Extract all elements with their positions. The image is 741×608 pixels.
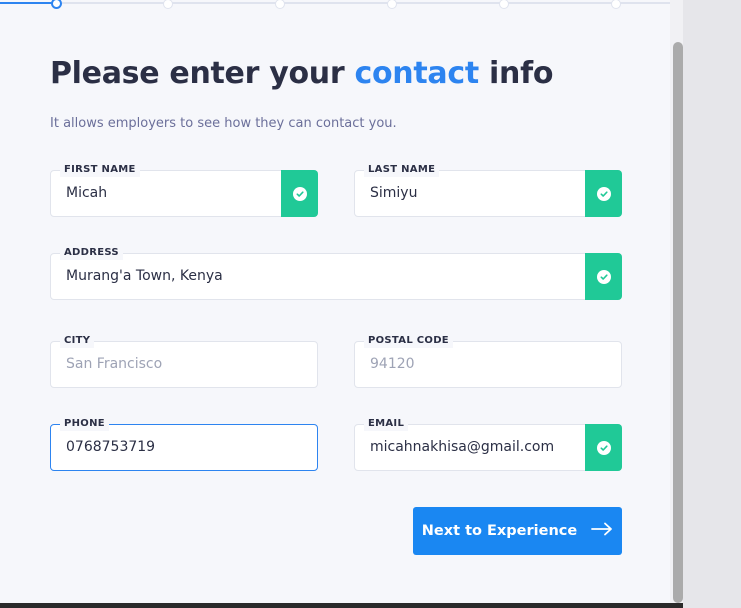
- last-name-value[interactable]: Simiyu: [370, 170, 417, 217]
- check-circle-icon: [292, 186, 307, 201]
- next-to-experience-button[interactable]: Next to Experience: [413, 507, 622, 555]
- page-title: Please enter your contact info: [50, 56, 553, 91]
- progress-step-3[interactable]: [275, 0, 285, 9]
- phone-value[interactable]: 0768753719: [66, 424, 155, 471]
- progress-step-5[interactable]: [499, 0, 509, 9]
- postal-code-field[interactable]: POSTAL CODE 94120: [354, 334, 622, 388]
- next-button-label: Next to Experience: [421, 523, 578, 539]
- email-valid-badge: [585, 424, 622, 471]
- scrollbar-thumb[interactable]: [673, 42, 683, 603]
- email-field[interactable]: EMAIL micahnakhisa@gmail.com: [354, 417, 622, 471]
- form-panel: Please enter your contact info It allows…: [0, 0, 683, 603]
- city-placeholder[interactable]: San Francisco: [66, 341, 162, 388]
- progress-step-1[interactable]: [51, 0, 62, 9]
- first-name-field[interactable]: FIRST NAME Micah: [50, 163, 318, 217]
- arrow-right-icon: [591, 522, 613, 540]
- first-name-valid-badge: [281, 170, 318, 217]
- last-name-field[interactable]: LAST NAME Simiyu: [354, 163, 622, 217]
- address-field[interactable]: ADDRESS Murang'a Town, Kenya: [50, 246, 622, 300]
- phone-field[interactable]: PHONE 0768753719: [50, 417, 318, 471]
- progress-step-6[interactable]: [611, 0, 621, 9]
- check-circle-icon: [596, 269, 611, 284]
- first-name-value[interactable]: Micah: [66, 170, 107, 217]
- address-value[interactable]: Murang'a Town, Kenya: [66, 253, 223, 300]
- progress-track: [0, 2, 670, 4]
- title-prefix: Please enter your: [50, 56, 355, 91]
- title-suffix: info: [478, 56, 554, 91]
- email-value[interactable]: micahnakhisa@gmail.com: [370, 424, 554, 471]
- check-circle-icon: [596, 186, 611, 201]
- postal-code-placeholder[interactable]: 94120: [370, 341, 415, 388]
- address-valid-badge: [585, 253, 622, 300]
- progress-fill: [0, 2, 52, 4]
- progress-step-4[interactable]: [387, 0, 397, 9]
- title-accent: contact: [354, 56, 480, 91]
- last-name-valid-badge: [585, 170, 622, 217]
- page-subtitle: It allows employers to see how they can …: [50, 116, 397, 131]
- right-gutter: [683, 0, 741, 608]
- progress-step-2[interactable]: [163, 0, 173, 9]
- check-circle-icon: [596, 440, 611, 455]
- city-field[interactable]: CITY San Francisco: [50, 334, 318, 388]
- bottom-edge: [0, 603, 683, 608]
